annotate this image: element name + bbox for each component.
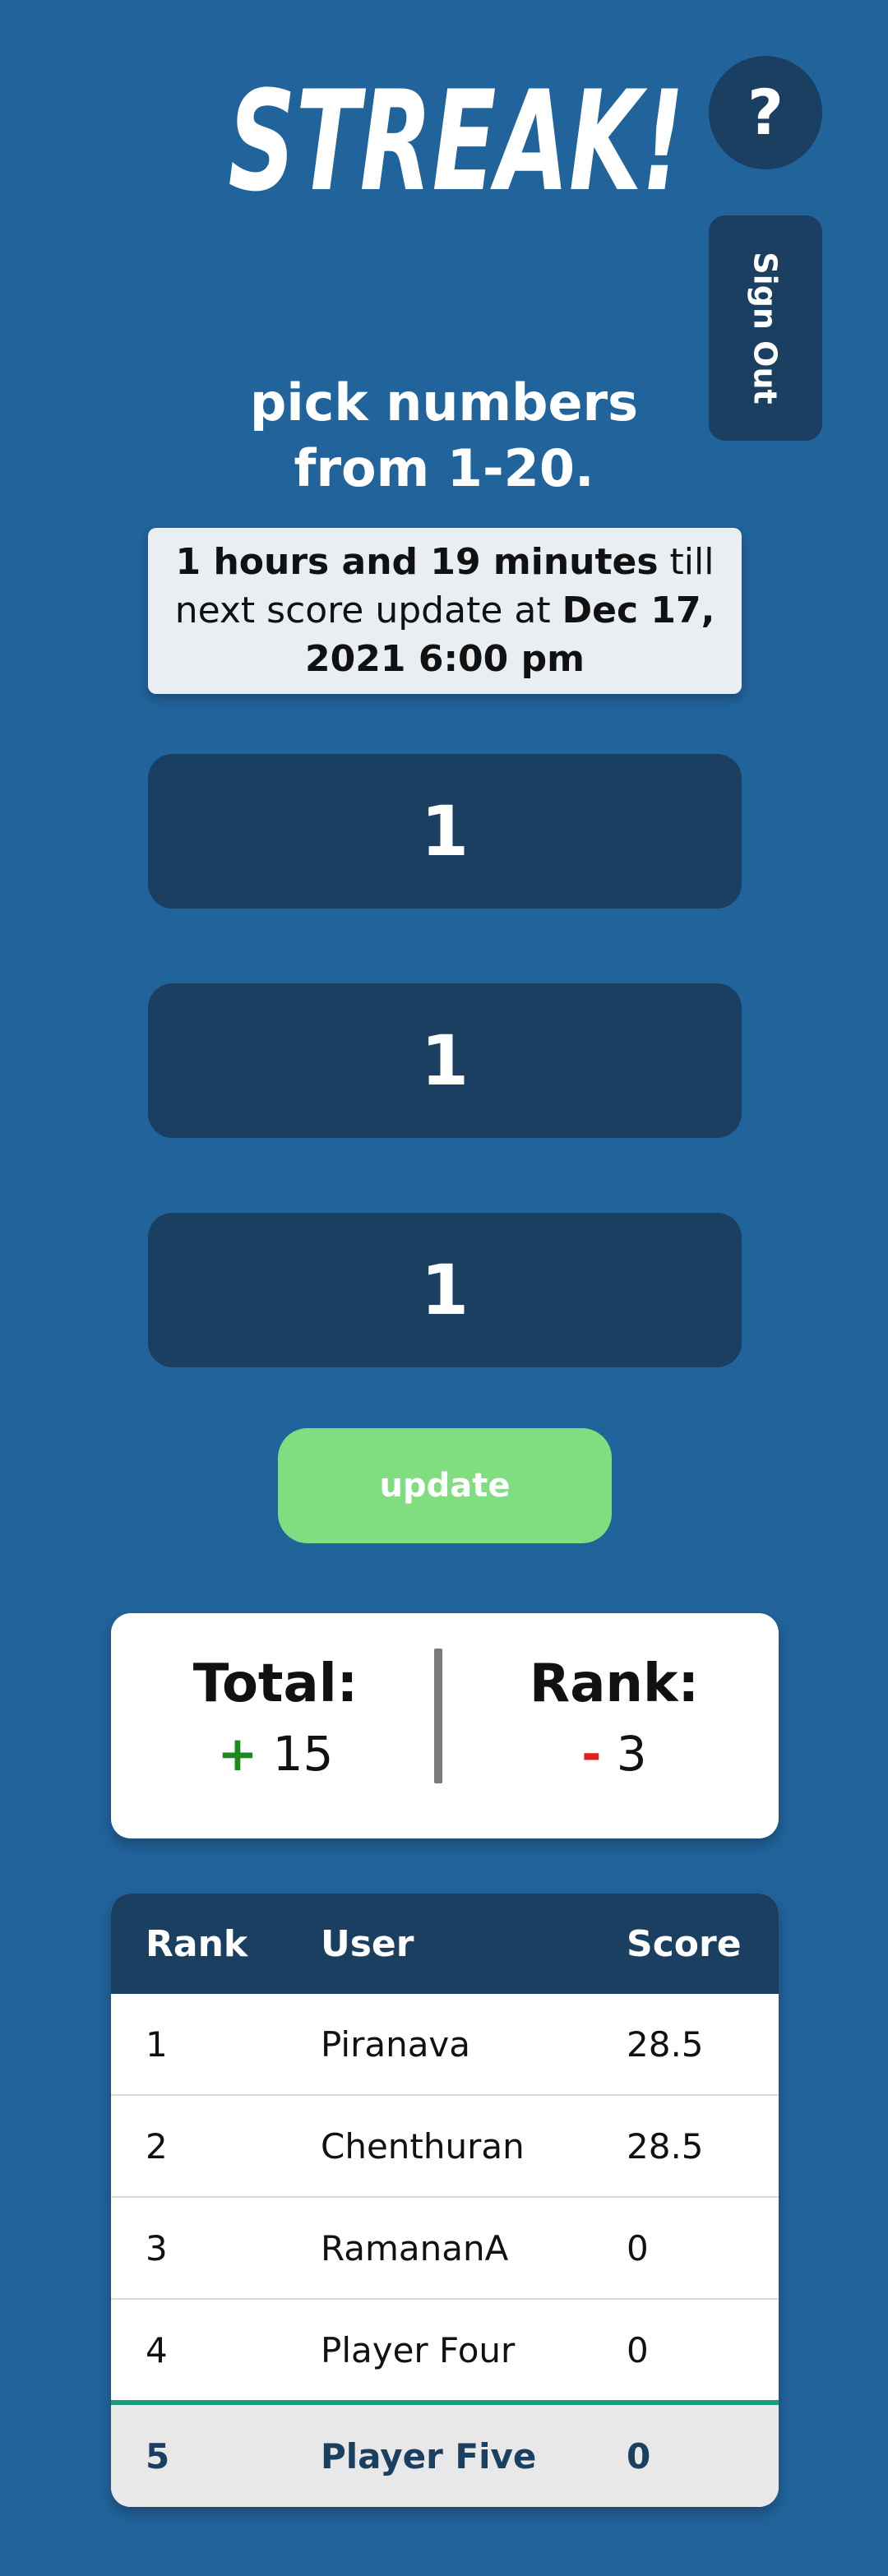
number-pick-1[interactable]: 1: [148, 754, 742, 909]
sign-out-button[interactable]: Sign Out: [709, 215, 822, 441]
sign-out-label: Sign Out: [747, 252, 784, 405]
header-score: Score: [627, 1922, 742, 1965]
leaderboard-table: Rank User Score 1 Piranava 28.5 2 Chenth…: [111, 1894, 779, 2507]
rank-value-line: - 3: [450, 1717, 779, 1791]
update-button[interactable]: update: [278, 1428, 612, 1543]
row-rank: 5: [146, 2435, 170, 2477]
table-row: 4 Player Four 0: [111, 2300, 779, 2400]
rank-label: Rank:: [529, 1653, 700, 1714]
total-value: 15: [272, 1726, 334, 1782]
total-value-line: + 15: [111, 1717, 440, 1791]
row-score: 0: [627, 2329, 649, 2370]
number-pick-1-value: 1: [420, 791, 469, 872]
leaderboard-header: Rank User Score: [111, 1894, 779, 1994]
instructions-heading: pick numbers from 1-20.: [164, 370, 724, 502]
score-summary-card: Total: + 15 Rank: - 3: [111, 1613, 779, 1838]
row-rank: 1: [146, 2023, 168, 2065]
row-user: Chenthuran: [321, 2125, 525, 2167]
update-button-label: update: [379, 1467, 511, 1505]
row-score: 0: [627, 2227, 649, 2268]
row-user: Player Five: [321, 2435, 537, 2477]
instructions-line-1: pick numbers: [250, 372, 638, 432]
number-pick-2-value: 1: [420, 1020, 469, 1101]
total-section: Total: + 15: [111, 1651, 440, 1791]
streak-logo: STREAK!: [222, 66, 691, 214]
row-user: Player Four: [321, 2329, 516, 2370]
number-pick-3-value: 1: [420, 1250, 469, 1330]
minus-icon: -: [581, 1726, 602, 1782]
instructions-line-2: from 1-20.: [294, 438, 594, 498]
row-score: 28.5: [627, 2125, 704, 2167]
total-label: Total:: [192, 1653, 358, 1714]
logo-text: STREAK!: [229, 66, 685, 214]
countdown-duration: 1 hours and 19 minutes: [175, 541, 659, 583]
number-pick-2[interactable]: 1: [148, 983, 742, 1138]
table-row-current-user: 5 Player Five 0: [111, 2400, 779, 2507]
row-score: 28.5: [627, 2023, 704, 2065]
help-button[interactable]: ?: [709, 56, 822, 169]
row-score: 0: [627, 2435, 651, 2477]
summary-divider: [434, 1649, 442, 1783]
table-row: 2 Chenthuran 28.5: [111, 2096, 779, 2198]
question-mark-icon: ?: [747, 76, 784, 149]
header-rank: Rank: [146, 1922, 248, 1965]
rank-value: 3: [616, 1726, 647, 1782]
row-rank: 3: [146, 2227, 168, 2268]
row-rank: 2: [146, 2125, 168, 2167]
row-user: Piranava: [321, 2023, 471, 2065]
number-pick-3[interactable]: 1: [148, 1213, 742, 1367]
header-user: User: [321, 1922, 414, 1965]
row-rank: 4: [146, 2329, 168, 2370]
plus-icon: +: [217, 1726, 258, 1782]
row-user: RamananA: [321, 2227, 509, 2268]
rank-section: Rank: - 3: [450, 1651, 779, 1791]
table-row: 3 RamananA 0: [111, 2198, 779, 2300]
countdown-banner: 1 hours and 19 minutes till next score u…: [148, 528, 742, 694]
table-row: 1 Piranava 28.5: [111, 1994, 779, 2096]
